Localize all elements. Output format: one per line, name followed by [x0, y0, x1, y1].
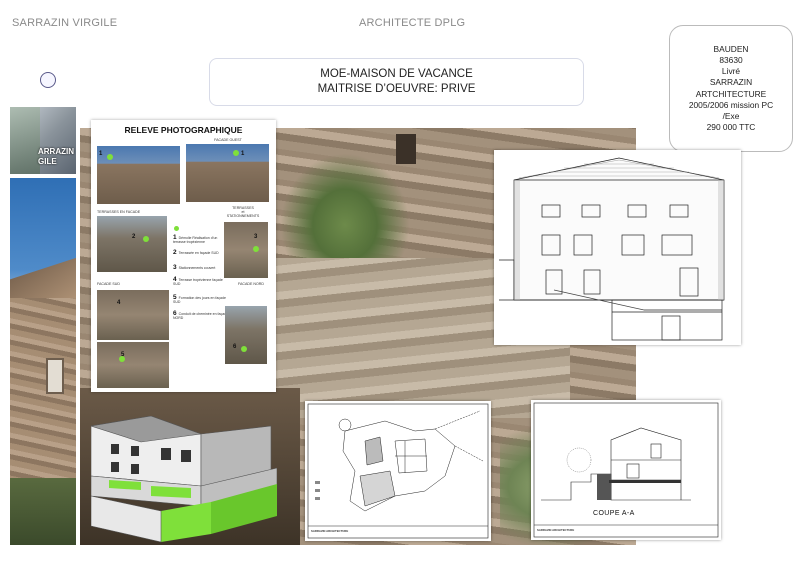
section-label: COUPE A-A	[593, 510, 635, 517]
ground-plan-drawing: SARRAZIN ARCHITECTURE	[305, 401, 491, 541]
legend-text: Terrassée en façade SUD	[178, 251, 219, 256]
photo-palm-tree	[280, 153, 410, 273]
photo-survey-sheet: RELEVE PHOTOGRAPHIQUE FACADE OUEST 1 1 T…	[91, 120, 276, 392]
info-location: BAUDEN	[713, 44, 749, 55]
photo-number: 1	[99, 151, 103, 157]
section-svg	[533, 402, 719, 538]
survey-photo-2	[97, 216, 167, 272]
legend-item-3: 3 Stationnements couvert	[173, 264, 229, 271]
project-info-box: BAUDEN 83630 Livré SARRAZIN ARTCHITECTUR…	[669, 25, 793, 152]
elevation-svg	[499, 157, 725, 341]
survey-photo-3	[224, 222, 268, 278]
marker-dot	[241, 346, 247, 352]
caption-facade-nord: FACADE NORD	[238, 282, 264, 286]
photo-number: 5	[121, 352, 125, 358]
strip-plants	[10, 478, 76, 545]
project-title-box: MOE-MAISON DE VACANCE MAITRISE D’OEUVRE:…	[209, 58, 584, 106]
legend-marker-dot	[174, 226, 179, 231]
info-budget: 290 000 TTC	[706, 121, 756, 132]
survey-photo-4	[97, 290, 169, 340]
marker-dot	[233, 150, 239, 156]
legend-number: 3	[173, 264, 177, 271]
legend-item-6: 6 Conduit de cheminée en façade NORD	[173, 310, 229, 321]
logo-thumbnail: ARRAZIN GILE	[10, 107, 76, 174]
section-drawing: COUPE A-A SARRAZIN ARCHITECTURE	[531, 400, 721, 540]
photo-number: 1	[241, 151, 245, 157]
marker-dot	[143, 236, 149, 242]
legend-item-5: 5 Formation des jours en façade SUD	[173, 294, 229, 305]
survey-photo-5	[97, 342, 169, 388]
caption-terrasses-facade: TERRASSES EN FACADE	[97, 210, 141, 214]
architect-name: SARRAZIN VIRGILE	[12, 17, 118, 29]
strip-window	[46, 358, 64, 394]
info-mission-exe: /Exe	[722, 110, 740, 121]
marker-dot	[253, 246, 259, 252]
legend-item-1: 1 Démolie Réalisation d’un terrasse tropé…	[173, 234, 229, 245]
survey-photo-6	[225, 306, 267, 364]
section-title-block: SARRAZIN ARCHITECTURE	[537, 528, 575, 532]
legend-number: 2	[173, 249, 177, 256]
photo-number: 2	[132, 234, 136, 240]
thumbnail-vegetation	[10, 107, 40, 174]
legend-text: Formation des jours en façade SUD	[173, 296, 226, 305]
info-dates-mission: 2005/2006 mission PC	[688, 99, 774, 110]
caption-facade-ouest: FACADE OUEST	[214, 138, 242, 142]
survey-title: RELEVE PHOTOGRAPHIQUE	[124, 125, 243, 135]
info-postcode: 83630	[719, 55, 743, 66]
info-firm-2: ARTCHITECTURE	[695, 88, 767, 99]
photo-number: 3	[254, 234, 258, 240]
legend-text: Démolie Réalisation d’un terrasse tropéz…	[173, 236, 218, 245]
photo-number: 4	[117, 300, 121, 306]
project-type: MOE-MAISON DE VACANCE	[320, 68, 473, 80]
plan-svg	[307, 403, 489, 539]
model-svg	[90, 415, 278, 543]
info-firm-1: SARRAZIN	[709, 77, 753, 88]
logo-text: ARRAZIN GILE	[38, 147, 74, 166]
marker-dot	[107, 154, 113, 160]
caption-terrasses-stationnements: TERRASSES et STATIONNEMENTS	[226, 206, 260, 219]
caption-facade-sud: FACADE SUD	[97, 282, 120, 286]
photo-number: 6	[233, 344, 237, 350]
survey-photo-1b	[186, 144, 269, 202]
circle-icon	[40, 72, 56, 88]
strip-stone-wall	[10, 298, 76, 498]
info-status: Livré	[721, 66, 741, 77]
3d-model-render	[90, 415, 278, 546]
architect-profession: ARCHITECTE DPLG	[359, 17, 466, 29]
legend-item-2: 2 Terrassée en façade SUD	[173, 249, 229, 256]
plan-title-block: SARRAZIN ARCHITECTURE	[311, 529, 349, 533]
project-client-type: MAITRISE D’OEUVRE: PRIVE	[317, 83, 476, 95]
legend-text: Terrasse tropézienne façade SUD	[173, 278, 223, 287]
legend-text: Conduit de cheminée en façade NORD	[173, 312, 229, 321]
house-photo-strip	[10, 178, 76, 545]
elevation-drawing	[494, 150, 741, 345]
legend-item-4: 4 Terrasse tropézienne façade SUD	[173, 276, 229, 287]
legend-text: Stationnements couvert	[178, 266, 216, 271]
